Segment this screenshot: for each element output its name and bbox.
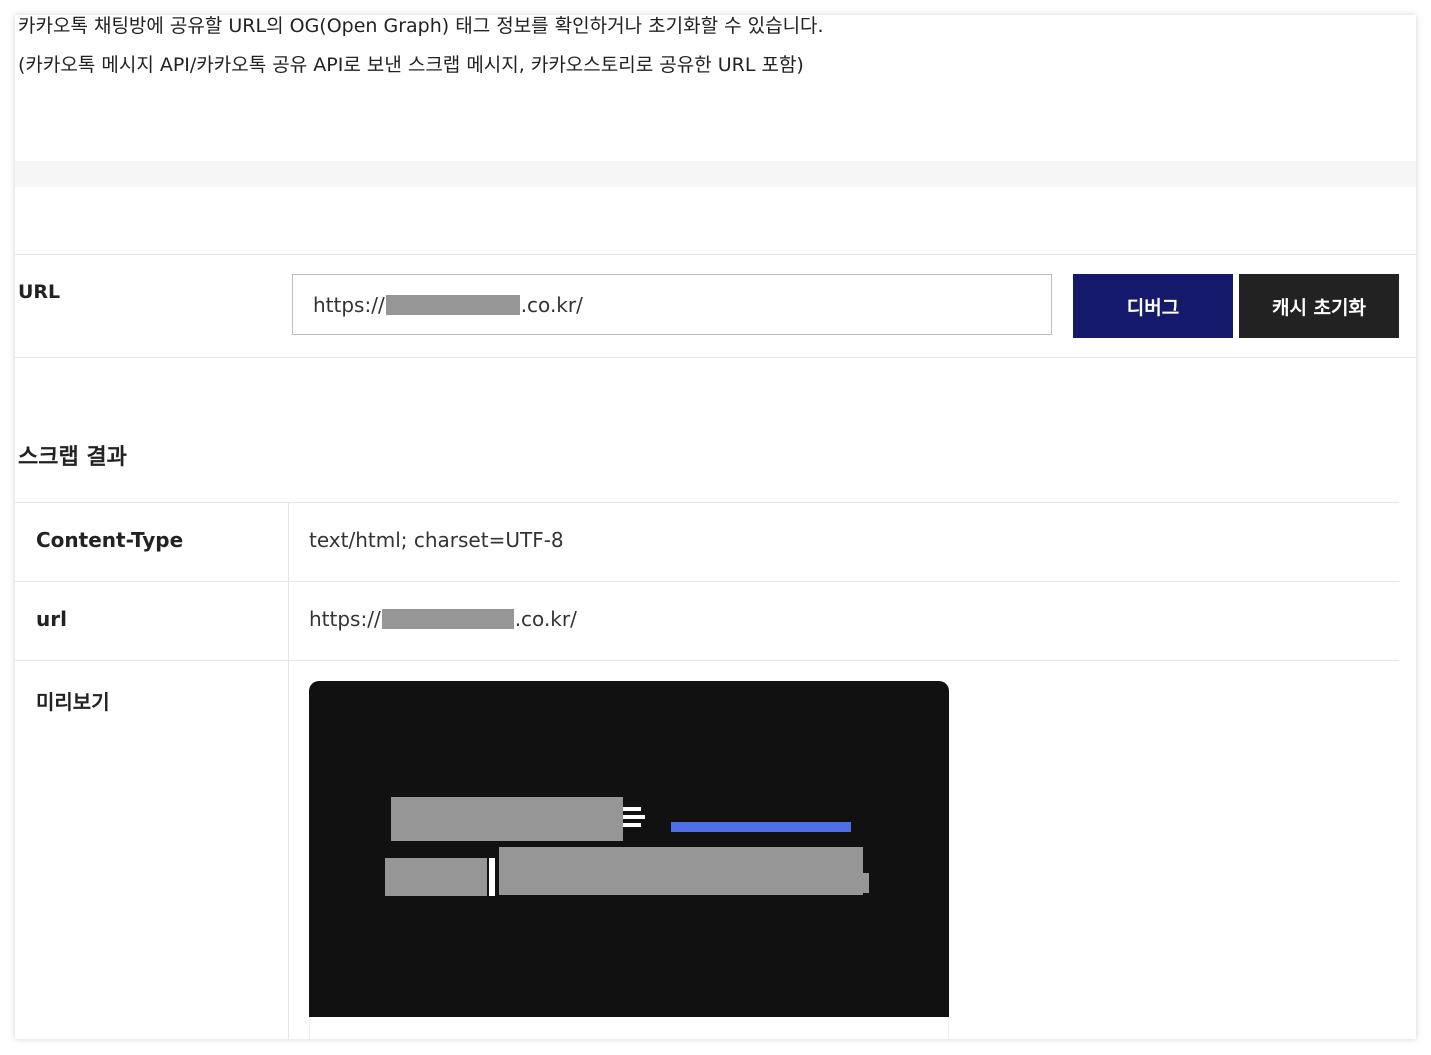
redacted-domain (385, 294, 520, 315)
redacted-text-block (391, 797, 623, 841)
url-input-prefix: https:// (313, 292, 385, 317)
description-line-1: 카카오톡 채팅방에 공유할 URL의 OG(Open Graph) 태그 정보를… (18, 15, 824, 37)
divider (15, 357, 1416, 358)
row-value-url[interactable]: https:// .co.kr/ (309, 607, 577, 631)
redacted-text-block (385, 858, 487, 896)
logo-glyph (623, 815, 645, 819)
cache-reset-button[interactable]: 캐시 초기화 (1239, 274, 1399, 338)
redacted-domain (381, 609, 514, 629)
preview-image[interactable] (309, 681, 949, 1017)
description-line-2: (카카오톡 메시지 API/카카오톡 공유 API로 보낸 스크랩 메시지, 카… (18, 54, 804, 76)
table-row: url https:// .co.kr/ (15, 581, 1399, 661)
url-input-suffix: .co.kr/ (520, 292, 583, 317)
row-key-preview: 미리보기 (36, 690, 110, 714)
row-key-url: url (36, 607, 67, 631)
description: 카카오톡 채팅방에 공유할 URL의 OG(Open Graph) 태그 정보를… (18, 15, 824, 85)
redacted-text-block (499, 847, 863, 895)
accent-bar (671, 822, 851, 832)
og-debugger-panel: 카카오톡 채팅방에 공유할 URL의 OG(Open Graph) 태그 정보를… (15, 15, 1416, 1039)
url-label: URL (18, 281, 61, 303)
row-value-content-type: text/html; charset=UTF-8 (309, 528, 564, 552)
table-row: Content-Type text/html; charset=UTF-8 (15, 502, 1399, 582)
logo-glyph (489, 858, 495, 896)
scrap-result-title: 스크랩 결과 (18, 445, 127, 470)
debug-button[interactable]: 디버그 (1073, 274, 1233, 338)
logo-glyph (623, 807, 641, 811)
divider (15, 254, 1416, 255)
logo-glyph (623, 823, 641, 827)
section-band (15, 161, 1416, 187)
redacted-text-block (849, 873, 869, 893)
row-key-content-type: Content-Type (36, 528, 184, 552)
preview-caption-area (309, 1017, 949, 1039)
url-value-prefix: https:// (309, 607, 381, 631)
url-input[interactable]: https:// .co.kr/ (292, 274, 1052, 335)
url-value-suffix: .co.kr/ (514, 607, 577, 631)
